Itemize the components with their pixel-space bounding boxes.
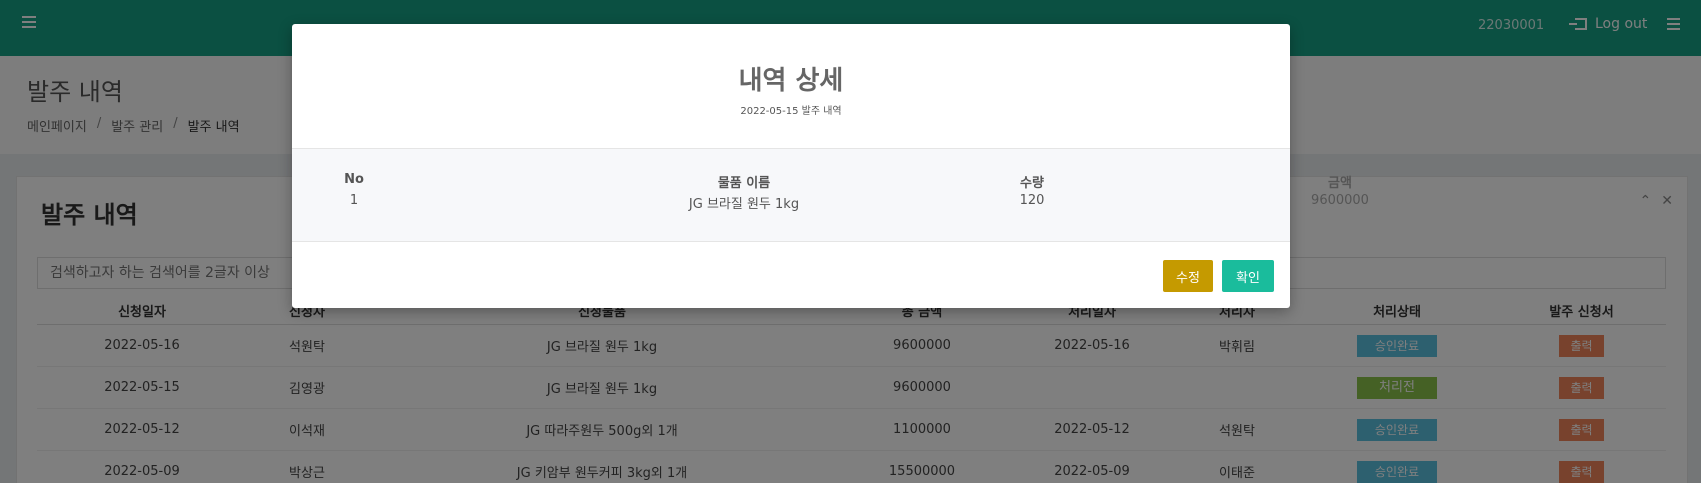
header-quantity: 수량	[1020, 176, 1044, 191]
detail-modal: 내역 상세 2022-05-15 발주 내역 No 물품 이름 수량 금액 1 …	[292, 24, 1369, 308]
cell-amount: 9600000	[1311, 193, 1369, 208]
header-no: No	[344, 172, 364, 187]
header-amount: 금액	[1328, 176, 1352, 191]
modal-detail-table: No 물품 이름 수량 금액 1 JG 브라질 원두 1kg 120 96000…	[292, 148, 1369, 242]
cell-no: 1	[349, 193, 359, 208]
modal-title: 내역 상세	[738, 66, 844, 96]
header-item-name: 물품 이름	[717, 176, 771, 191]
confirm-button[interactable]: 확인	[1222, 260, 1274, 292]
edit-button[interactable]: 수정	[1163, 260, 1213, 292]
cell-item-name: JG 브라질 원두 1kg	[688, 197, 800, 212]
cell-quantity: 120	[1019, 193, 1045, 208]
modal-subtitle: 2022-05-15 발주 내역	[740, 106, 842, 117]
